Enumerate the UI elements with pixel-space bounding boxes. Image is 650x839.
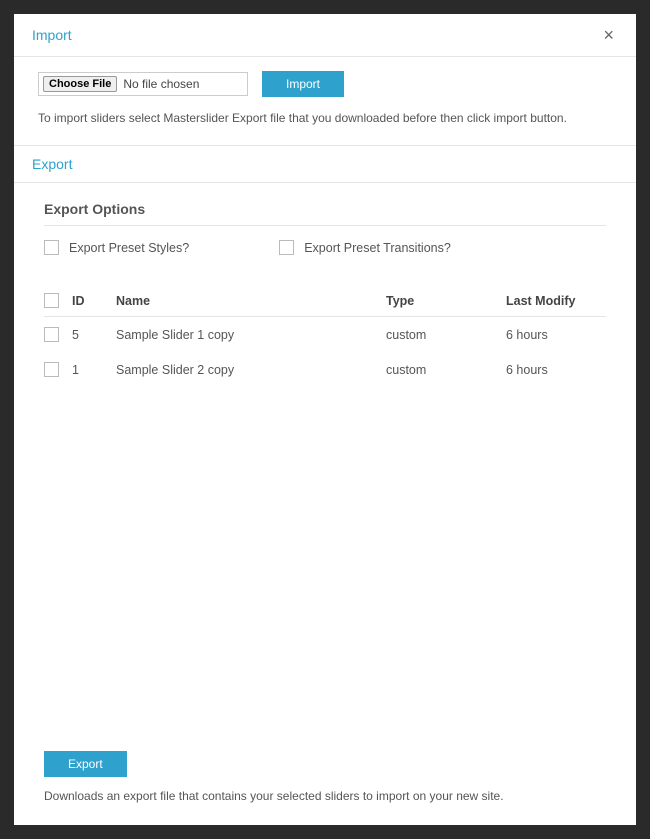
row-last-modify: 6 hours xyxy=(506,328,606,342)
file-status-text: No file chosen xyxy=(123,77,199,91)
export-options-title: Export Options xyxy=(44,201,606,217)
import-body: Choose File No file chosen Import To imp… xyxy=(14,57,636,146)
export-footer: Export Downloads an export file that con… xyxy=(14,751,636,825)
export-help-text: Downloads an export file that contains y… xyxy=(44,787,606,805)
header-type: Type xyxy=(386,294,506,308)
row-checkbox[interactable] xyxy=(44,327,59,342)
close-icon[interactable]: × xyxy=(599,24,618,46)
spacer xyxy=(44,387,606,739)
preset-transitions-label: Export Preset Transitions? xyxy=(304,241,451,255)
export-header: Export xyxy=(14,146,636,183)
sliders-table: ID Name Type Last Modify 5 Sample Slider… xyxy=(44,285,606,387)
export-options-row: Export Preset Styles? Export Preset Tran… xyxy=(44,240,606,255)
table-row: 1 Sample Slider 2 copy custom 6 hours xyxy=(44,352,606,387)
file-input[interactable]: Choose File No file chosen xyxy=(38,72,248,96)
export-body: Export Options Export Preset Styles? Exp… xyxy=(14,183,636,751)
row-name: Sample Slider 2 copy xyxy=(116,363,386,377)
row-type: custom xyxy=(386,363,506,377)
import-controls: Choose File No file chosen Import xyxy=(38,71,612,97)
import-export-modal: Import × Choose File No file chosen Impo… xyxy=(14,14,636,825)
choose-file-button[interactable]: Choose File xyxy=(43,76,117,92)
row-check-col xyxy=(44,362,72,377)
import-header: Import × xyxy=(14,14,636,57)
import-button[interactable]: Import xyxy=(262,71,344,97)
export-button[interactable]: Export xyxy=(44,751,127,777)
row-id: 1 xyxy=(72,363,116,377)
select-all-checkbox[interactable] xyxy=(44,293,59,308)
preset-transitions-option: Export Preset Transitions? xyxy=(279,240,451,255)
table-header: ID Name Type Last Modify xyxy=(44,285,606,317)
preset-styles-label: Export Preset Styles? xyxy=(69,241,189,255)
table-row: 5 Sample Slider 1 copy custom 6 hours xyxy=(44,317,606,352)
preset-transitions-checkbox[interactable] xyxy=(279,240,294,255)
row-name: Sample Slider 1 copy xyxy=(116,328,386,342)
import-help-text: To import sliders select Masterslider Ex… xyxy=(38,109,612,127)
export-title: Export xyxy=(32,156,72,172)
header-name: Name xyxy=(116,294,386,308)
row-id: 5 xyxy=(72,328,116,342)
header-id: ID xyxy=(72,294,116,308)
row-type: custom xyxy=(386,328,506,342)
row-last-modify: 6 hours xyxy=(506,363,606,377)
preset-styles-checkbox[interactable] xyxy=(44,240,59,255)
header-last-modify: Last Modify xyxy=(506,294,606,308)
preset-styles-option: Export Preset Styles? xyxy=(44,240,189,255)
row-checkbox[interactable] xyxy=(44,362,59,377)
import-title: Import xyxy=(32,27,72,43)
header-check-col xyxy=(44,293,72,308)
divider xyxy=(44,225,606,226)
row-check-col xyxy=(44,327,72,342)
